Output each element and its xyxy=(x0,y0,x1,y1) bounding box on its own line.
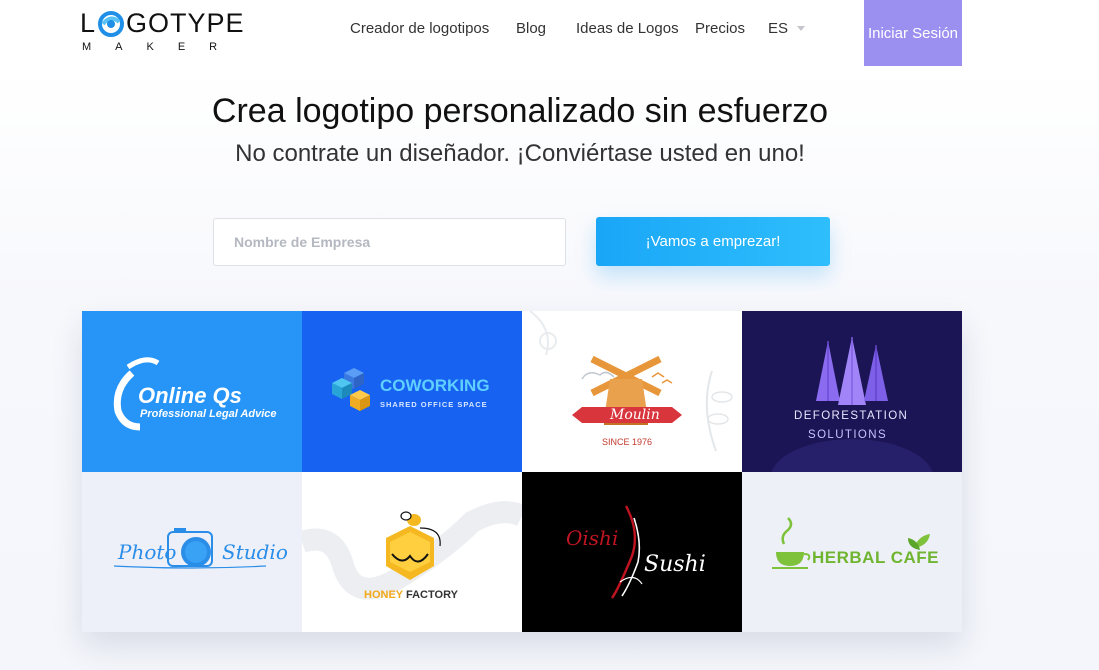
logo-letter: L xyxy=(80,8,97,38)
logo-tagline: FACTORY xyxy=(406,589,458,601)
logo-name: Oishi xyxy=(566,526,619,550)
header: L GOTYPE MAKER Creador de logotipos Blog… xyxy=(0,0,1099,70)
logo-tagline: Sushi xyxy=(644,552,706,577)
logo-examples-grid: Online Qs Professional Legal Advice COWO… xyxy=(82,311,962,632)
logo-example-honey-factory[interactable]: HONEY FACTORY xyxy=(302,472,522,632)
windmill-icon xyxy=(529,311,733,452)
logo-name: Moulin xyxy=(610,407,660,423)
chopsticks-icon xyxy=(611,505,643,599)
logo-tagline: SINCE 1976 xyxy=(602,437,653,447)
login-button[interactable]: Iniciar Sesión xyxy=(864,0,962,66)
hero-title: Crea logotipo personalizado sin esfuerzo xyxy=(211,92,829,130)
language-selector[interactable]: ES xyxy=(768,20,806,37)
hero-subtitle: No contrate un diseñador. ¡Conviértase u… xyxy=(235,140,805,167)
logo-word: GOTYPE xyxy=(126,8,245,38)
logo-tagline: SHARED OFFICE SPACE xyxy=(380,400,488,409)
logo-tagline: Studio xyxy=(222,540,288,564)
logo-name: Online Qs xyxy=(138,383,242,408)
logo-example-photo-studio[interactable]: Photo Studio xyxy=(82,472,302,632)
trees-icon xyxy=(771,337,933,472)
honey-pot-icon xyxy=(302,501,522,600)
nav-blog[interactable]: Blog xyxy=(516,20,546,40)
company-name-input[interactable] xyxy=(213,218,566,266)
logotype-maker-logo[interactable]: L GOTYPE MAKER xyxy=(80,8,255,56)
language-label: ES xyxy=(768,20,789,37)
logo-tagline: SOLUTIONS xyxy=(808,429,888,441)
logo-name: COWORKING xyxy=(380,376,490,395)
logo-example-coworking[interactable]: COWORKING SHARED OFFICE SPACE xyxy=(302,311,522,472)
nav-logo-maker[interactable]: Creador de logotipos xyxy=(350,20,489,40)
logo-name: HERBAL CAFE xyxy=(812,548,940,567)
logo-subtitle: MAKER xyxy=(82,41,242,53)
nav-pricing[interactable]: Precios xyxy=(695,20,745,40)
logo-example-deforestation[interactable]: DEFORESTATION SOLUTIONS xyxy=(742,311,962,472)
logo-example-moulin[interactable]: Moulin SINCE 1976 xyxy=(522,311,742,472)
logo-swirl-icon xyxy=(98,10,125,37)
logo-name: DEFORESTATION xyxy=(794,410,909,422)
logo-name: Photo xyxy=(118,540,177,564)
logo-example-oishi-sushi[interactable]: Oishi Sushi xyxy=(522,472,742,632)
nav-logo-ideas[interactable]: Ideas de Logos xyxy=(576,20,679,40)
logo-example-online-qs[interactable]: Online Qs Professional Legal Advice xyxy=(82,311,302,472)
chevron-down-icon xyxy=(797,26,806,31)
logo-name: HONEY xyxy=(364,589,404,601)
logo-example-herbal-cafe[interactable]: HERBAL CAFE xyxy=(742,472,962,632)
logo-tagline: Professional Legal Advice xyxy=(140,408,277,420)
start-button[interactable]: ¡Vamos a emprezar! xyxy=(596,217,830,266)
